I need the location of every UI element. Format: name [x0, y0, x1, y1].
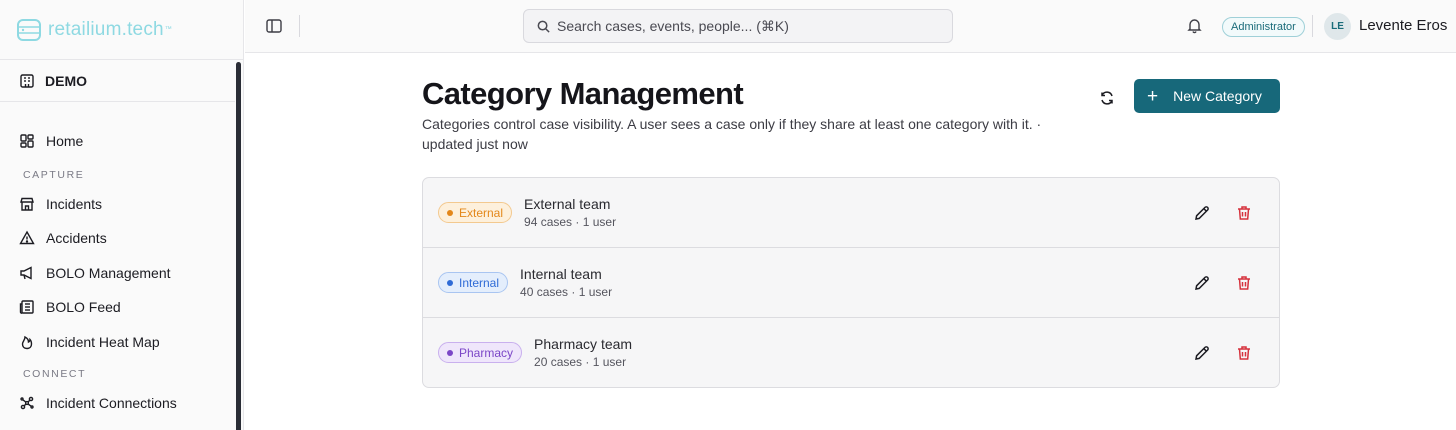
plus-icon: + [1147, 85, 1159, 107]
building-icon [20, 73, 34, 88]
nav-item-bolo-management[interactable]: BOLO Management [0, 256, 243, 291]
category-tag: Pharmacy [438, 342, 523, 363]
category-dot [447, 279, 453, 286]
sidebar-toggle-icon[interactable] [265, 17, 283, 35]
nav-item-incidents[interactable]: Incidents [0, 187, 243, 222]
dashboard-icon [20, 134, 34, 148]
category-tag: Internal [438, 272, 509, 293]
sidebar-scrollbar[interactable] [236, 62, 241, 430]
search-input[interactable] [557, 18, 937, 34]
org-switcher[interactable]: DEMO [0, 60, 235, 102]
edit-pencil-icon[interactable] [1193, 204, 1211, 222]
nav-label-accidents: Accidents [46, 230, 107, 247]
brand-name: retailium.tech [48, 18, 164, 40]
nav-item-heat-map[interactable]: Incident Heat Map [0, 325, 243, 360]
flame-icon [21, 335, 33, 349]
org-label: DEMO [45, 72, 87, 89]
edit-pencil-icon[interactable] [1193, 344, 1211, 362]
category-tag-label: Pharmacy [459, 345, 514, 360]
nav-item-connections[interactable]: Incident Connections [0, 386, 243, 421]
category-name: External team [524, 196, 611, 212]
user-name[interactable]: Levente Eros [1359, 17, 1447, 34]
category-row[interactable]: External External team 94 cases · 1 user [423, 178, 1279, 248]
edit-pencil-icon[interactable] [1193, 274, 1211, 292]
warning-icon [19, 230, 35, 245]
category-name: Pharmacy team [534, 336, 633, 352]
brand[interactable]: retailium.tech ™ [0, 0, 243, 60]
role-badge: Administrator [1222, 17, 1305, 37]
search-box[interactable] [523, 9, 953, 43]
nav-label-connections: Incident Connections [46, 395, 177, 412]
nav-label-incidents: Incidents [46, 195, 103, 212]
sidebar-nav: Home CAPTURE Incidents Accidents BOLO Ma… [0, 102, 243, 421]
delete-trash-icon[interactable] [1235, 344, 1253, 362]
nav-label-bolo-feed: BOLO Feed [46, 299, 121, 316]
category-meta: 20 cases · 1 user [534, 355, 627, 369]
category-tag: External [438, 202, 513, 223]
new-category-label: New Category [1173, 88, 1262, 104]
brand-trademark: ™ [164, 26, 172, 33]
network-icon [20, 396, 34, 410]
sidebar: retailium.tech ™ DEMO Home CAPTURE Incid… [0, 0, 244, 430]
nav-item-bolo-feed[interactable]: BOLO Feed [0, 290, 243, 325]
nav-item-home[interactable]: Home [0, 124, 243, 159]
category-info: Pharmacy team 20 cases · 1 user [534, 336, 632, 369]
store-icon [20, 197, 34, 211]
topbar: Administrator LE Levente Eros [245, 0, 1456, 53]
category-info: Internal team 40 cases · 1 user [520, 266, 612, 299]
search-icon [537, 20, 550, 33]
avatar[interactable]: LE [1324, 13, 1351, 40]
delete-trash-icon[interactable] [1235, 204, 1253, 222]
nav-section-capture: CAPTURE [23, 168, 85, 181]
megaphone-icon [20, 266, 32, 280]
page-description: Categories control case visibility. A us… [422, 116, 1042, 152]
category-meta: 94 cases · 1 user [524, 215, 617, 229]
category-info: External team 94 cases · 1 user [524, 196, 616, 229]
nav-label-bolo-management: BOLO Management [46, 264, 171, 281]
category-tag-label: External [459, 205, 504, 220]
brand-logo-icon [17, 18, 41, 41]
newspaper-icon [19, 300, 34, 315]
nav-label-home: Home [46, 133, 84, 150]
topbar-divider [299, 15, 300, 37]
notifications-bell-icon[interactable] [1186, 17, 1203, 34]
new-category-button[interactable]: + New Category [1134, 79, 1280, 113]
category-row[interactable]: Pharmacy Pharmacy team 20 cases · 1 user [423, 318, 1279, 387]
category-row[interactable]: Internal Internal team 40 cases · 1 user [423, 248, 1279, 318]
category-meta: 40 cases · 1 user [520, 285, 613, 299]
refresh-button[interactable] [1095, 86, 1119, 110]
nav-label-heat-map: Incident Heat Map [46, 333, 160, 350]
page-title: Category Management [422, 76, 744, 111]
delete-trash-icon[interactable] [1235, 274, 1253, 292]
category-dot [447, 349, 453, 356]
nav-section-connect: CONNECT [23, 368, 87, 380]
category-dot [447, 209, 453, 216]
refresh-icon [1101, 91, 1113, 105]
category-tag-label: Internal [459, 275, 500, 290]
nav-item-accidents[interactable]: Accidents [0, 221, 243, 256]
topbar-divider-user [1312, 15, 1313, 37]
category-list: External External team 94 cases · 1 user… [422, 177, 1280, 388]
category-name: Internal team [520, 266, 602, 282]
